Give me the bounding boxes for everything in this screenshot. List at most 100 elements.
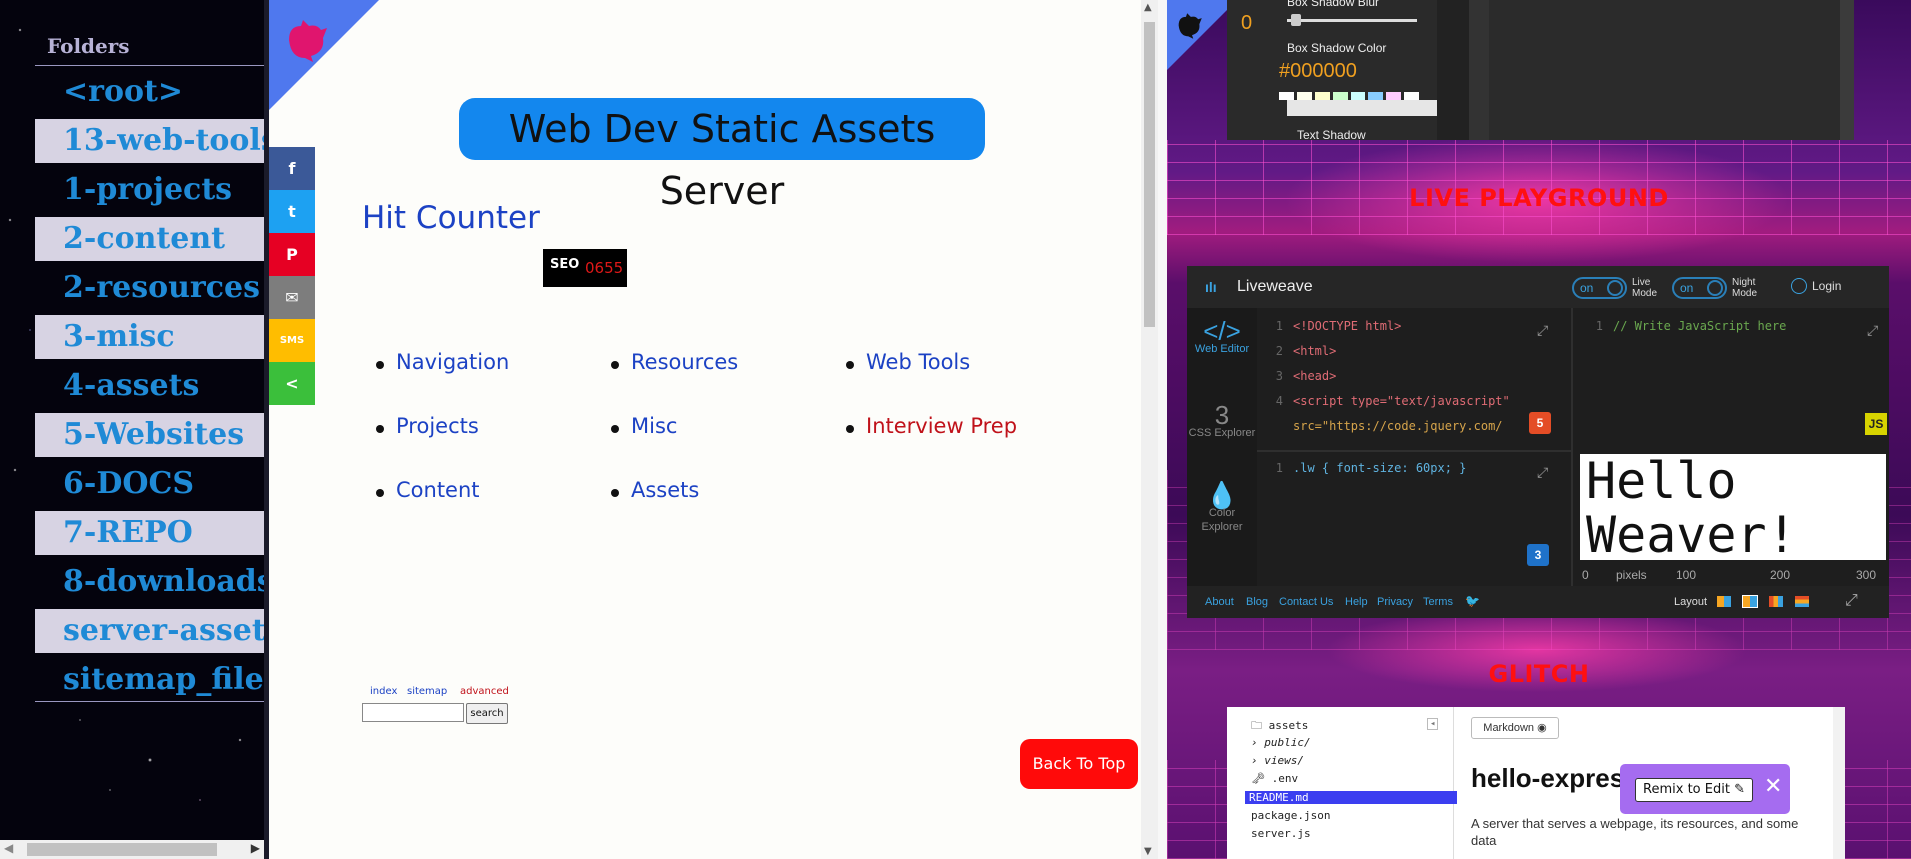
liveweave-logo-icon[interactable]: ılı [1205,279,1217,295]
user-icon[interactable] [1791,278,1807,294]
share-share-icon[interactable]: < [269,362,315,405]
nav-link[interactable]: Projects [371,414,509,478]
horizontal-scrollbar[interactable]: ◀ ▶ [0,840,264,859]
widget-scrollbar[interactable] [1469,0,1489,140]
code-line: 4 <script type="text/javascript" [1275,394,1510,408]
nav-link[interactable]: Interview Prep [841,414,1017,478]
color-explorer-tab[interactable]: 💧 Color Explorer [1187,482,1257,534]
remix-to-edit-button[interactable]: Remix to Edit ✎ [1635,778,1753,802]
file-tree-env[interactable]: 🗝 .env [1251,772,1298,785]
login-link[interactable]: Login [1812,279,1841,293]
box-shadow-color-label: Box Shadow Color [1287,41,1387,55]
nav-link[interactable]: Content [371,478,509,542]
live-playground-label: LIVE PLAYGROUND [1409,184,1669,212]
file-tree-server[interactable]: server.js [1251,827,1311,840]
nav-link[interactable]: Web Tools [841,350,1017,414]
scroll-down-icon[interactable]: ▼ [1144,846,1152,857]
scrollbar-thumb[interactable] [1144,22,1155,327]
scrollbar-thumb[interactable] [27,843,217,856]
widget-scrollbar[interactable] [1437,0,1469,140]
hit-counter-badge[interactable]: SEO 0655 [543,249,627,287]
box-shadow-color-value[interactable]: #000000 [1279,60,1357,83]
search-link-sitemap[interactable]: sitemap [407,686,447,697]
pane-divider[interactable] [1571,308,1573,586]
nav-link[interactable]: Assets [606,478,738,542]
js-editor[interactable]: 1// Write JavaScript here [1577,314,1857,339]
vertical-scrollbar[interactable] [1833,707,1845,859]
footer-link-blog[interactable]: Blog [1246,596,1268,608]
sms-share-icon[interactable]: SMS [269,319,315,362]
folder-link[interactable]: <root> [35,70,268,114]
layout-1-icon[interactable] [1717,596,1731,607]
pinterest-share-icon[interactable]: P [269,233,315,276]
folder-link[interactable]: 4-assets [35,364,268,408]
folder-link[interactable]: sitemap_files [35,658,268,702]
css-explorer-tab[interactable]: 3 CSS Explorer [1187,402,1257,440]
markdown-toggle[interactable]: Markdown ◉ [1471,717,1559,739]
email-share-icon[interactable]: ✉ [269,276,315,319]
pane-divider[interactable] [1257,450,1571,452]
footer-link-about[interactable]: About [1205,596,1234,608]
code-line: src="https://code.jquery.com/ [1293,419,1503,433]
scroll-left-icon[interactable]: ◀ [4,841,13,855]
footer-link-privacy[interactable]: Privacy [1377,596,1413,608]
web-editor-tab[interactable]: </> Web Editor [1187,318,1257,356]
search-button[interactable]: search [466,703,508,724]
file-tree-package[interactable]: package.json [1251,809,1330,822]
color-swatches[interactable] [1279,92,1419,100]
folder-link[interactable]: 3-misc [35,315,268,359]
expand-icon[interactable]: ⤢ [1537,322,1548,339]
file-tree-readme[interactable]: README.md [1245,791,1457,804]
twitter-share-icon[interactable]: t [269,190,315,233]
liveweave-brand[interactable]: Liveweave [1237,278,1313,296]
file-tree-public[interactable]: › public/ [1251,736,1311,749]
expand-icon[interactable]: ⤢ [1537,464,1548,481]
cat-logo-icon[interactable] [283,18,329,64]
nav-link[interactable]: Resources [606,350,738,414]
folder-link[interactable]: server-assets [35,609,268,653]
fullscreen-icon[interactable]: ⤢ [1845,592,1858,610]
search-link-index[interactable]: index [370,686,397,697]
folder-link[interactable]: 1-projects [35,168,268,212]
vertical-scrollbar[interactable] [1840,0,1854,140]
box-shadow-blur-label: Box Shadow Blur [1287,0,1380,9]
layout-2-icon[interactable] [1742,595,1758,608]
folder-link[interactable]: 2-resources [35,266,268,310]
footer-link-help[interactable]: Help [1345,596,1368,608]
vertical-scrollbar[interactable]: ▲ ▼ [1141,0,1158,859]
folder-link[interactable]: 13-web-tools [35,119,268,163]
twitter-icon[interactable]: 🐦 [1465,594,1480,608]
html5-badge-icon: 5 [1529,412,1551,434]
night-mode-toggle[interactable]: on [1672,277,1727,299]
live-mode-toggle[interactable]: on [1572,277,1627,299]
folder-link[interactable]: 2-content [35,217,268,261]
expand-icon[interactable]: ⤢ [1867,322,1878,339]
collapse-icon[interactable]: ◂ [1427,718,1439,730]
nav-link[interactable]: Misc [606,414,738,478]
folder-link[interactable]: 5-Websites [35,413,268,457]
html-editor[interactable]: 1 <!DOCTYPE html> 2 <html> 3 <head> 4 <script t… [1257,314,1557,446]
cat-logo-icon[interactable] [1175,12,1203,40]
css-editor[interactable]: 1 .lw { font-size: 60px; } [1257,456,1557,481]
file-tree-assets[interactable]: 🗀 assets [1251,717,1308,736]
close-icon[interactable]: ✕ [1764,774,1782,799]
back-to-top-button[interactable]: Back To Top [1020,739,1138,789]
folder-link[interactable]: 6-DOCS [35,462,268,506]
footer-link-terms[interactable]: Terms [1423,596,1453,608]
search-input[interactable] [362,703,464,722]
file-tree-views[interactable]: › views/ [1251,754,1304,767]
folder-link[interactable]: 7-REPO [35,511,268,555]
footer-link-contact[interactable]: Contact Us [1279,596,1333,608]
slider-knob[interactable] [1291,14,1301,26]
horizontal-scrollbar[interactable] [1287,100,1437,116]
layout-3-icon[interactable] [1769,596,1783,607]
box-shadow-blur-slider[interactable] [1287,19,1417,22]
nav-link[interactable]: Navigation [371,350,509,414]
pane-divider[interactable] [1158,0,1167,859]
scroll-up-icon[interactable]: ▲ [1144,2,1152,13]
layout-4-icon[interactable] [1795,596,1809,607]
folder-link[interactable]: 8-downloads [35,560,268,604]
search-link-advanced[interactable]: advanced [460,686,509,697]
scroll-right-icon[interactable]: ▶ [251,841,260,855]
facebook-share-icon[interactable]: f [269,147,315,190]
